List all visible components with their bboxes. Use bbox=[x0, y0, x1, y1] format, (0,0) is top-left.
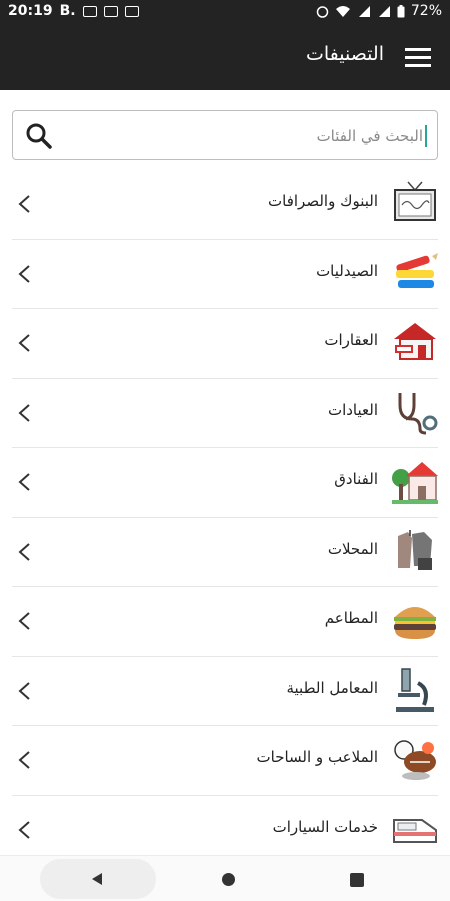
status-carrier: B. bbox=[59, 3, 76, 19]
burger-icon bbox=[394, 607, 436, 639]
notification-icon bbox=[82, 5, 97, 17]
category-item-shops[interactable]: المحلات bbox=[12, 518, 438, 587]
bank-sign-icon bbox=[394, 181, 436, 221]
signal-icon bbox=[378, 5, 390, 17]
alarm-icon bbox=[316, 5, 329, 18]
clothes-shop-icon bbox=[398, 529, 432, 570]
category-label: العقارات bbox=[324, 331, 378, 349]
system-nav-bar bbox=[0, 855, 450, 901]
category-item-clinics[interactable]: العيادات bbox=[12, 379, 438, 448]
status-bar: 20:19 B. 72% bbox=[0, 0, 450, 24]
category-item-banks[interactable]: البنوك والصرافات bbox=[12, 170, 438, 240]
category-item-real-estate[interactable]: العقارات bbox=[12, 309, 438, 379]
search-input[interactable] bbox=[91, 121, 425, 151]
chevron-left-icon bbox=[18, 195, 30, 213]
chevron-left-icon bbox=[18, 542, 30, 561]
chevron-left-icon bbox=[18, 473, 30, 491]
text-cursor bbox=[425, 125, 427, 147]
search-box bbox=[12, 110, 438, 160]
category-list: البنوك والصرافات الصيدليات العقارات العي… bbox=[0, 170, 450, 865]
battery-icon bbox=[397, 4, 405, 17]
category-item-pharmacies[interactable]: الصيدليات bbox=[12, 240, 438, 309]
category-label: الصيدليات bbox=[316, 261, 378, 280]
recent-apps-button[interactable] bbox=[350, 873, 364, 887]
category-item-hotels[interactable]: الفنادق bbox=[12, 448, 438, 518]
notification-icon bbox=[124, 5, 139, 17]
signal-icon bbox=[358, 5, 370, 17]
category-label: المعامل الطبية bbox=[286, 678, 378, 697]
chevron-left-icon bbox=[18, 751, 30, 769]
page-title: التصنيفات bbox=[305, 43, 384, 65]
app-bar: التصنيفات bbox=[0, 24, 450, 90]
house-for-sale-icon bbox=[394, 323, 436, 360]
category-label: البنوك والصرافات bbox=[268, 192, 378, 210]
category-label: العيادات bbox=[327, 400, 378, 419]
sports-balls-icon bbox=[394, 740, 436, 780]
back-triangle-icon bbox=[92, 873, 102, 885]
hamburger-menu-icon[interactable] bbox=[405, 48, 431, 68]
back-button[interactable] bbox=[40, 859, 156, 899]
category-label: خدمات السيارات bbox=[272, 817, 378, 836]
category-item-stadiums[interactable]: الملاعب و الساحات bbox=[12, 726, 438, 796]
category-item-restaurants[interactable]: المطاعم bbox=[12, 587, 438, 657]
category-label: الملاعب و الساحات bbox=[256, 748, 378, 766]
status-time: 20:19 bbox=[8, 3, 53, 19]
microscope-icon bbox=[396, 667, 434, 712]
category-label: الفنادق bbox=[334, 470, 378, 488]
battery-level: 72% bbox=[410, 3, 442, 19]
pharmacy-icon bbox=[396, 252, 438, 288]
chevron-left-icon bbox=[18, 612, 30, 630]
chevron-left-icon bbox=[18, 403, 30, 422]
chevron-left-icon bbox=[18, 681, 30, 700]
chevron-left-icon bbox=[18, 820, 30, 839]
home-button[interactable] bbox=[222, 873, 235, 886]
category-label: المطاعم bbox=[324, 609, 378, 627]
notification-icon bbox=[103, 5, 118, 17]
search-icon[interactable] bbox=[25, 122, 53, 150]
wifi-icon bbox=[335, 5, 350, 17]
car-icon bbox=[393, 818, 437, 843]
chevron-left-icon bbox=[18, 264, 30, 283]
hotel-icon bbox=[392, 462, 438, 504]
chevron-left-icon bbox=[18, 334, 30, 352]
stethoscope-icon bbox=[398, 392, 438, 434]
category-label: المحلات bbox=[327, 539, 378, 558]
category-item-labs[interactable]: المعامل الطبية bbox=[12, 657, 438, 726]
